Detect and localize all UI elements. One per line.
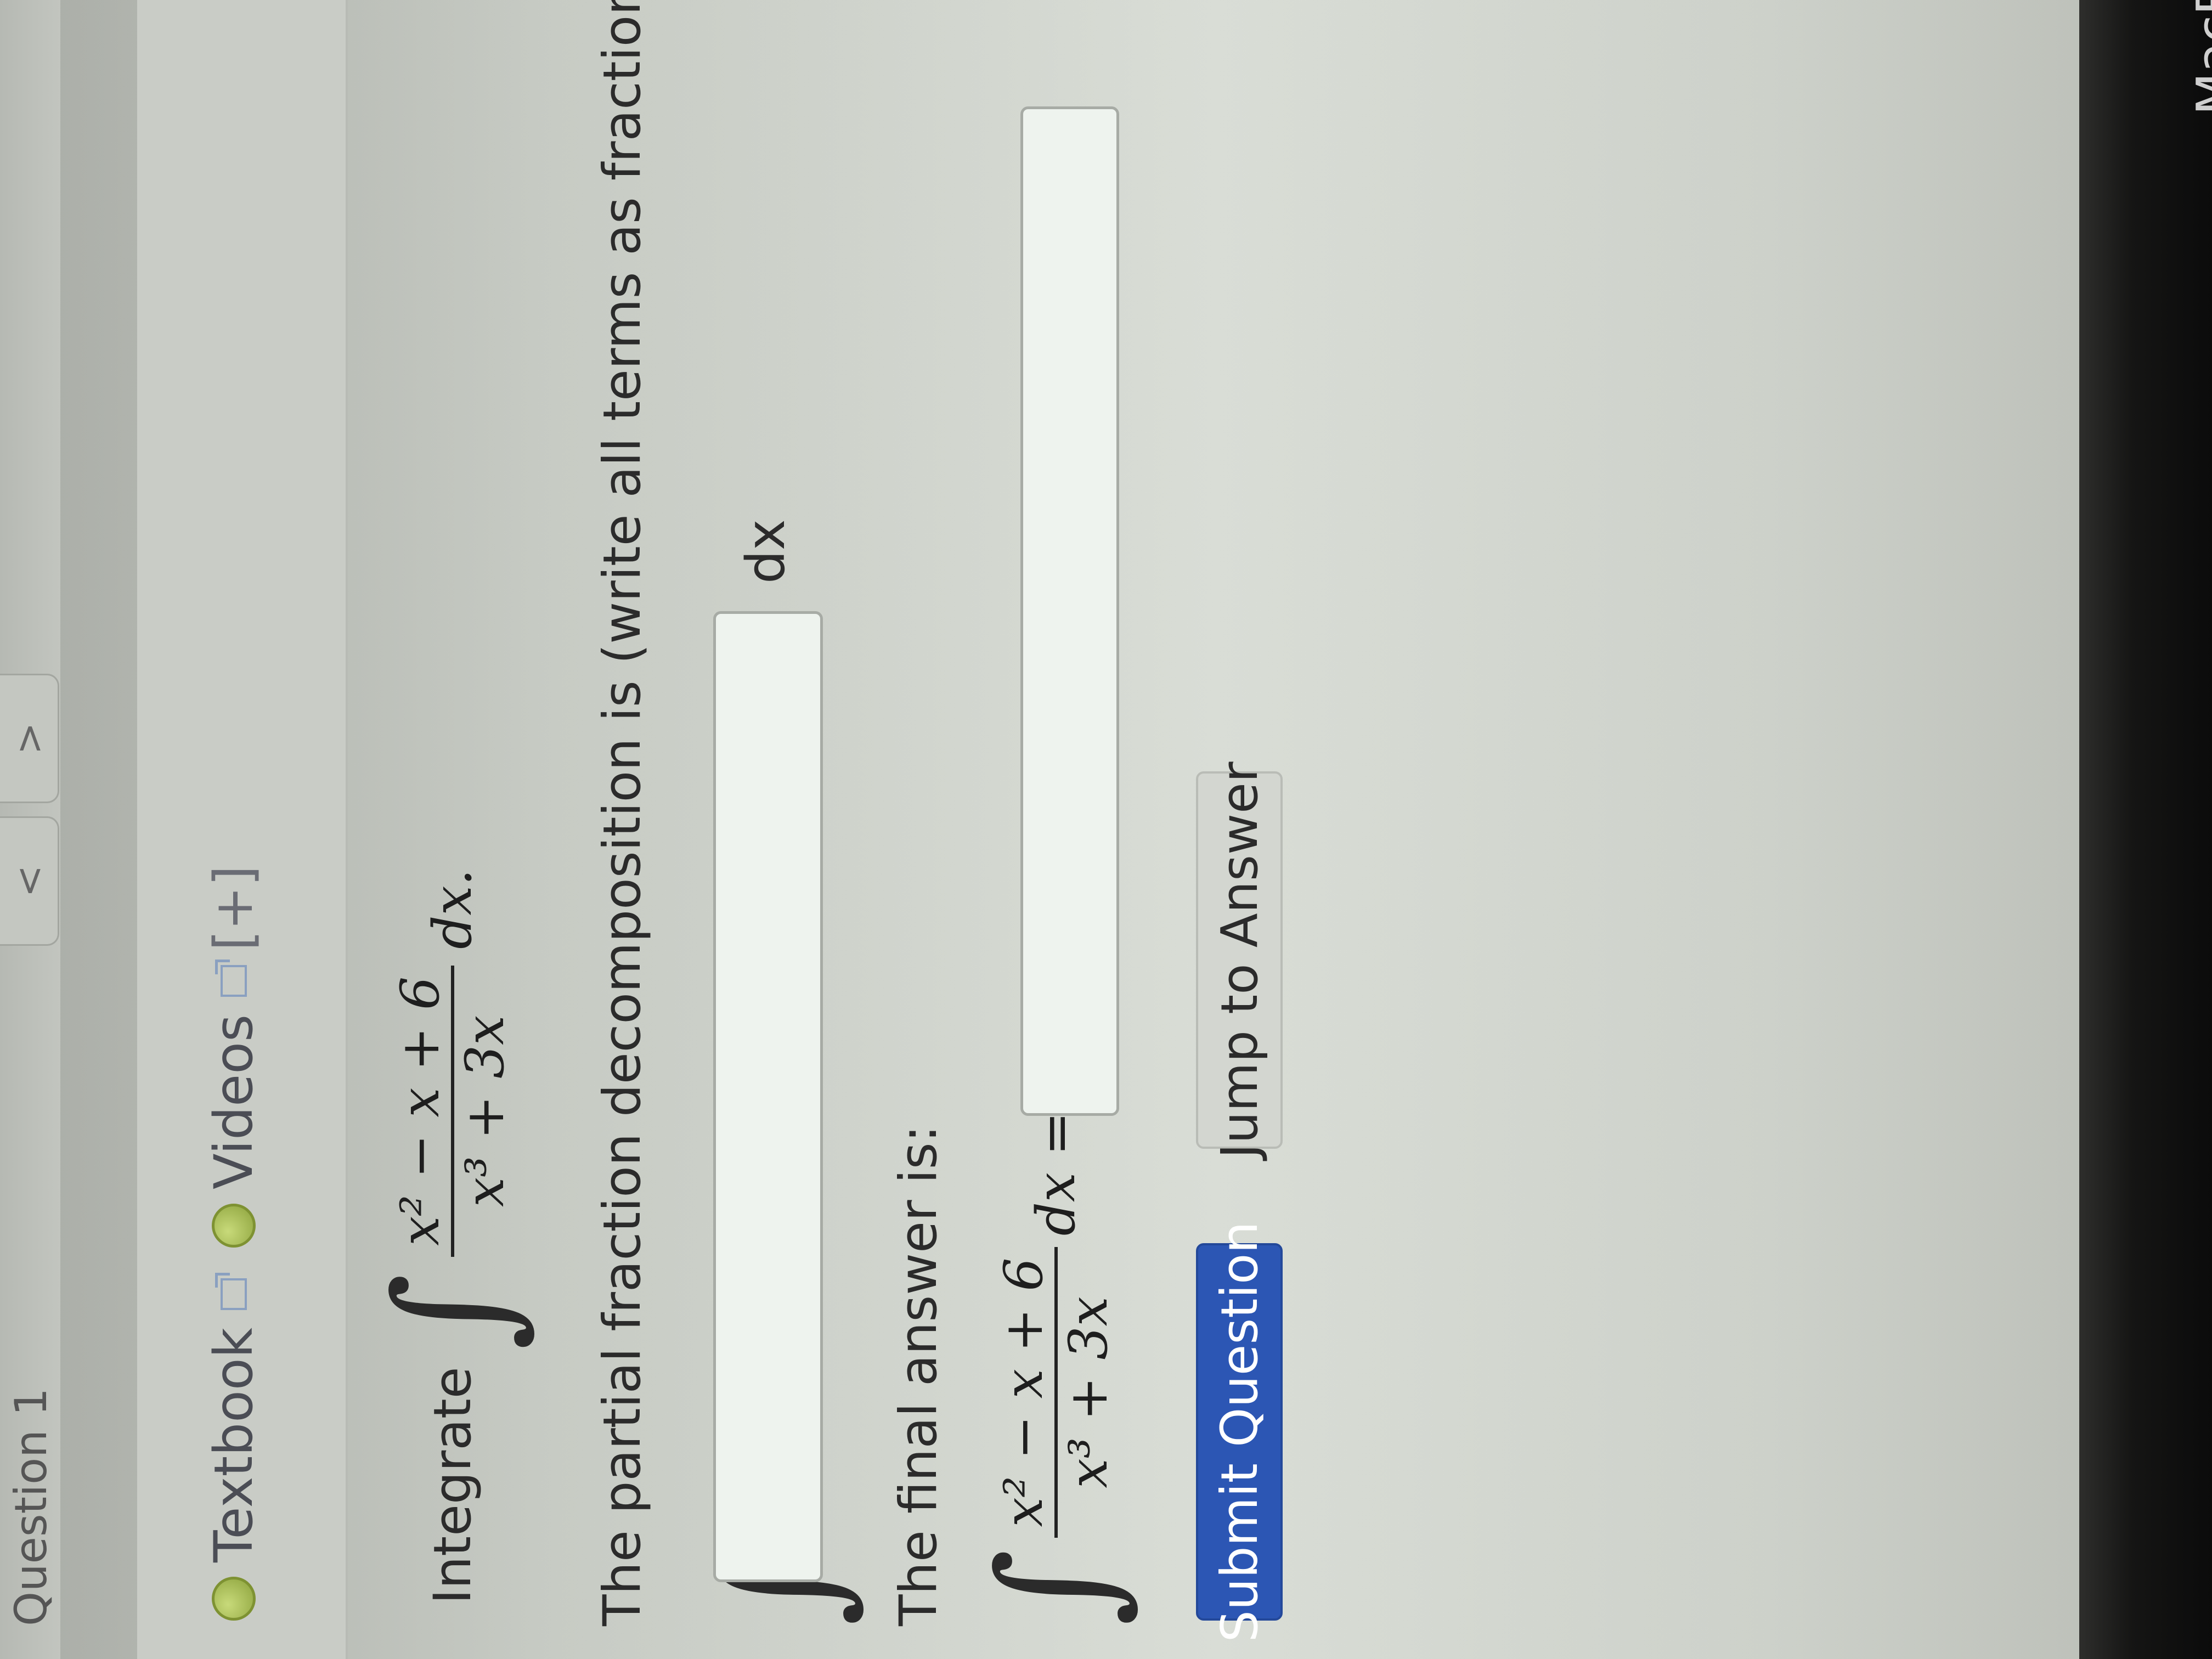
final-integrand-fraction: x² − x + 6 x³ + 3x	[993, 1246, 1119, 1538]
final-answer-label: The final answer is:	[889, 1125, 949, 1626]
partial-fraction-input[interactable]	[713, 611, 823, 1582]
question-label: Question 1	[5, 1387, 57, 1626]
question-header: Question 1 < >	[0, 0, 60, 1659]
integral-sign: ∫	[965, 1549, 1147, 1626]
integral-sign: ∫	[362, 1273, 543, 1351]
paperclip-icon	[212, 1577, 256, 1621]
paperclip-icon	[212, 1204, 256, 1248]
videos-link[interactable]: Videos [+]	[203, 866, 264, 1248]
textbook-label: Textbook	[203, 1327, 264, 1562]
final-answer-input[interactable]	[1020, 106, 1119, 1116]
final-integrand-denominator: x³ + 3x	[1058, 1296, 1119, 1488]
problem-statement: Integrate ∫ x² − x + 6 x³ + 3x dx.	[362, 868, 543, 1604]
integrand-numerator: x² − x + 6	[390, 976, 451, 1246]
external-link-icon	[221, 965, 247, 997]
partial-fraction-dx: dx	[735, 519, 797, 584]
final-integrand-numerator: x² − x + 6	[993, 1257, 1054, 1527]
resource-toolbar: Textbook Videos [+]	[137, 0, 348, 1659]
integrand-denominator: x³ + 3x	[454, 1015, 516, 1207]
chevron-left-icon: <	[6, 865, 52, 898]
videos-label: Videos	[203, 1014, 264, 1189]
problem-differential: dx.	[422, 868, 483, 949]
chevron-right-icon: >	[6, 722, 52, 755]
final-differential: dx =	[1025, 1111, 1087, 1236]
submit-question-button[interactable]: Submit Question	[1196, 1221, 1283, 1643]
monitor-bezel	[2079, 0, 2212, 1659]
external-link-icon	[221, 1278, 247, 1310]
tab-prev[interactable]: <	[0, 816, 59, 946]
integrand-fraction: x² − x + 6 x³ + 3x	[390, 965, 516, 1257]
partial-fraction-instruction: The partial fraction decomposition is (w…	[592, 0, 652, 1626]
final-answer-expression: ∫ x² − x + 6 x³ + 3x dx =	[965, 1111, 1147, 1626]
bezel-brand-text: MacB	[2186, 0, 2212, 115]
videos-expand-toggle[interactable]: [+]	[203, 866, 264, 951]
tab-next[interactable]: >	[0, 674, 59, 803]
textbook-link[interactable]: Textbook	[203, 1278, 264, 1621]
prompt-word: Integrate	[422, 1367, 483, 1604]
page-stage: Question 1 < > Textbook Videos [+] Integ…	[0, 0, 2079, 1659]
jump-to-answer-button[interactable]: Jump to Answer	[1196, 761, 1283, 1159]
